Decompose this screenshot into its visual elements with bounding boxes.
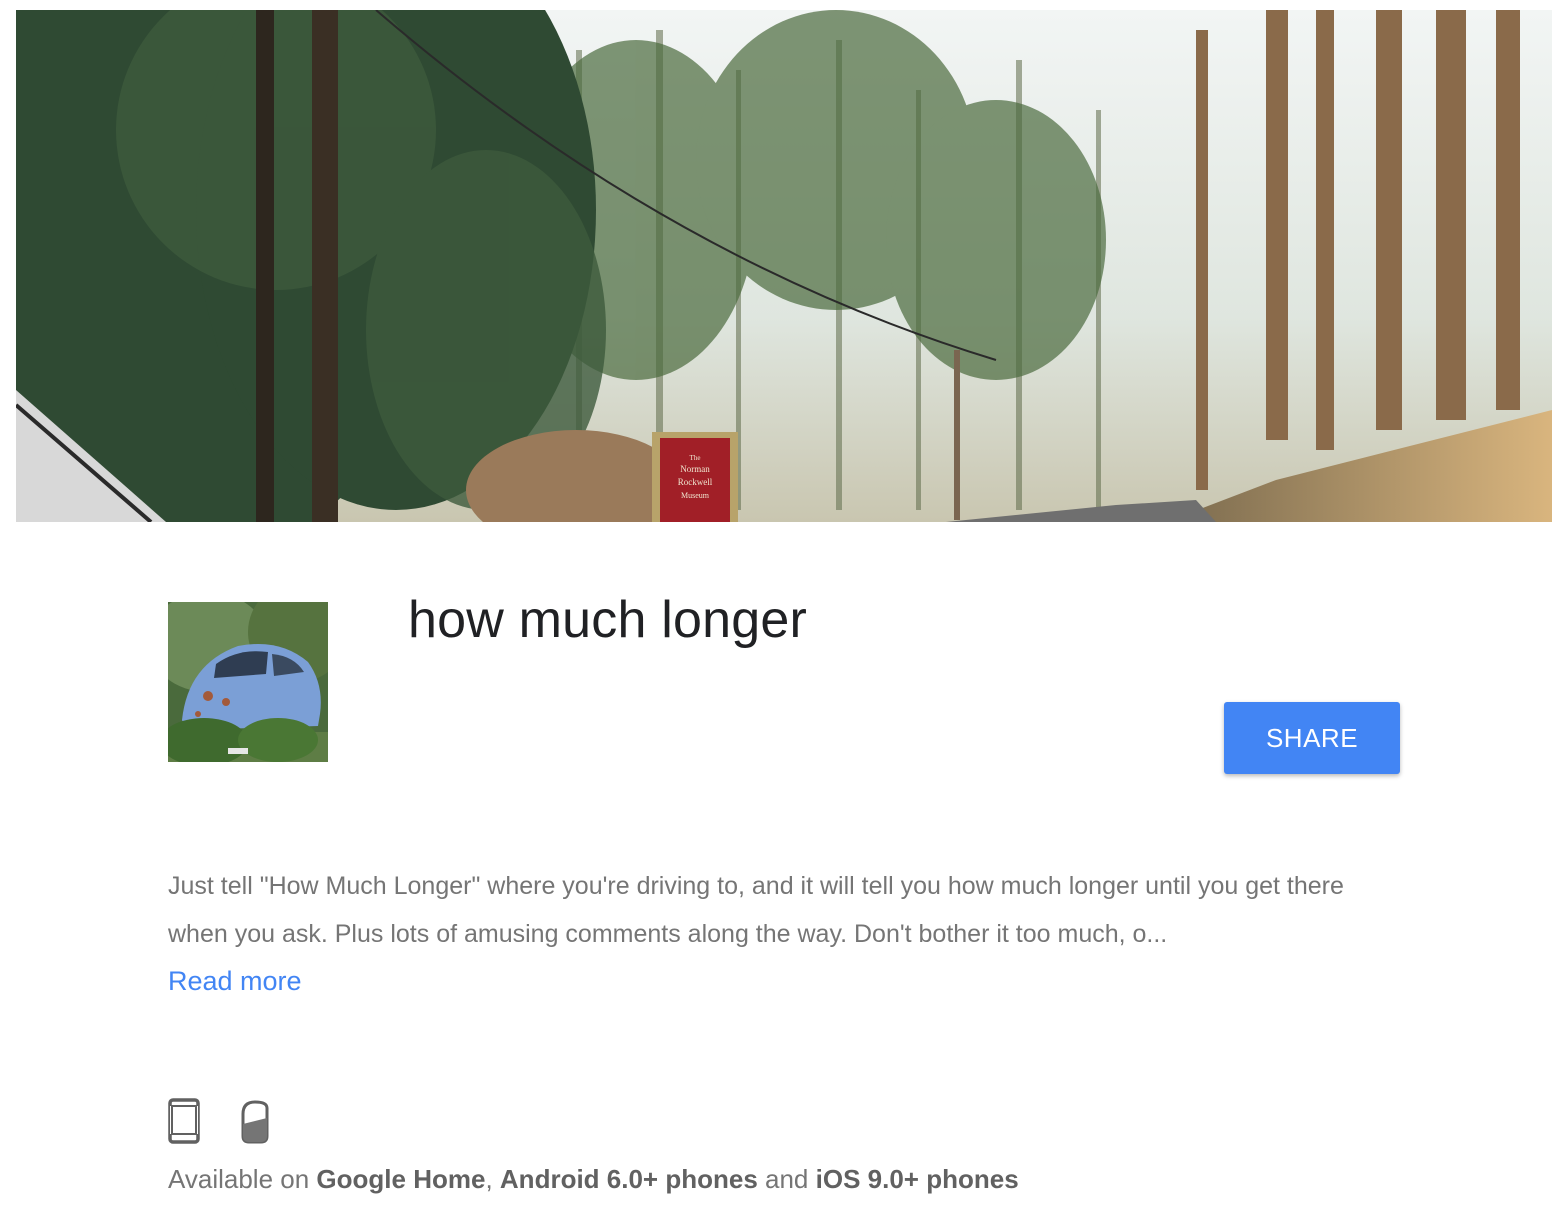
read-more-link[interactable]: Read more: [168, 966, 302, 997]
availability-separator: ,: [485, 1164, 493, 1194]
share-button[interactable]: SHARE: [1224, 702, 1400, 774]
hero-banner-image: The Norman Rockwell Museum: [16, 10, 1552, 522]
availability-text: Available on Google Home, Android 6.0+ p…: [168, 1164, 1019, 1195]
svg-text:Museum: Museum: [681, 491, 710, 500]
surface-icons: [168, 1097, 270, 1149]
availability-and: and: [765, 1164, 809, 1194]
svg-text:Rockwell: Rockwell: [678, 477, 713, 487]
phone-icon: [168, 1097, 200, 1149]
svg-text:The: The: [690, 454, 701, 462]
museum-sign: The Norman Rockwell Museum: [652, 432, 738, 522]
google-home-icon: [240, 1098, 270, 1149]
app-title: how much longer: [408, 591, 807, 649]
platform-android: Android 6.0+ phones: [499, 1164, 758, 1194]
app-page: The Norman Rockwell Museum how much long…: [0, 0, 1566, 1230]
app-icon-image: [168, 602, 328, 762]
availability-prefix: Available on: [168, 1164, 310, 1194]
app-description: Just tell "How Much Longer" where you're…: [168, 872, 1344, 948]
platform-google-home: Google Home: [316, 1164, 486, 1194]
svg-text:Norman: Norman: [680, 464, 710, 474]
platform-ios: iOS 9.0+ phones: [815, 1164, 1019, 1194]
